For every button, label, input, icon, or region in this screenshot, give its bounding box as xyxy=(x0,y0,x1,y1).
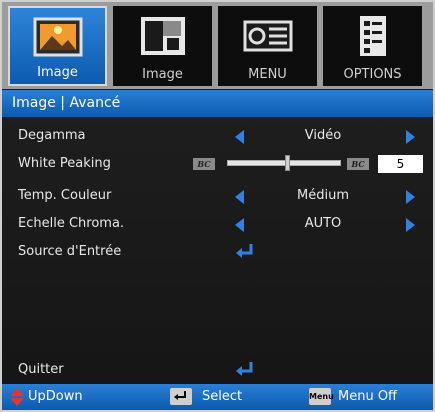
arrow-right-icon[interactable] xyxy=(406,130,415,144)
menu-key-icon: Menu xyxy=(309,388,334,405)
item-label: Degamma xyxy=(18,128,86,143)
tab-options[interactable]: OPTIONS xyxy=(323,6,422,86)
brightness-contrast-icon: BC xyxy=(193,158,215,170)
menu-item-white-peaking[interactable]: White Peaking BC BC 5 xyxy=(2,152,433,178)
tab-label: OPTIONS xyxy=(343,67,402,82)
select-label: Select xyxy=(202,389,243,404)
item-label: Quitter xyxy=(18,362,64,377)
item-label: Echelle Chroma. xyxy=(18,216,125,231)
enter-icon[interactable] xyxy=(234,242,256,262)
tab-image[interactable]: Image xyxy=(8,6,107,86)
arrow-left-icon[interactable] xyxy=(235,190,244,204)
menu-item-source-entree[interactable]: Source d'Entrée xyxy=(2,240,433,266)
arrow-right-icon[interactable] xyxy=(406,218,415,232)
enter-icon[interactable] xyxy=(234,360,256,380)
updown-icon xyxy=(10,388,24,406)
osd-menu: Image Image MENU OPTIONS Image | Avancé … xyxy=(0,0,435,412)
slider-thumb[interactable] xyxy=(285,155,290,171)
tab-label: MENU xyxy=(248,67,287,82)
document-checklist-icon xyxy=(359,16,386,56)
updown-label: UpDown xyxy=(28,389,83,404)
image-landscape-icon xyxy=(33,17,82,57)
arrow-left-icon[interactable] xyxy=(235,130,244,144)
item-label: Temp. Couleur xyxy=(18,188,112,203)
menu-item-degamma[interactable]: Degamma Vidéo xyxy=(2,124,433,150)
item-label: White Peaking xyxy=(18,156,111,171)
menu-item-echelle-chroma[interactable]: Echelle Chroma. AUTO xyxy=(2,212,433,238)
tab-image-2[interactable]: Image xyxy=(113,6,212,86)
menu-item-quitter[interactable]: Quitter xyxy=(2,358,433,384)
item-label: Source d'Entrée xyxy=(18,244,122,259)
image-blocks-icon xyxy=(140,17,185,55)
page-title: Image | Avancé xyxy=(2,90,433,117)
projector-icon xyxy=(243,20,292,52)
item-value: AUTO xyxy=(304,216,342,231)
footer-bar: UpDown Select Menu Menu Off xyxy=(2,384,433,410)
item-value: Médium xyxy=(297,188,349,203)
menu-off-label: Menu Off xyxy=(338,389,398,404)
item-value: Vidéo xyxy=(304,128,342,143)
tab-menu[interactable]: MENU xyxy=(218,6,317,86)
tab-label: Image xyxy=(142,67,183,82)
tab-bar: Image Image MENU OPTIONS xyxy=(2,2,433,89)
tab-label: Image xyxy=(37,65,78,80)
brightness-contrast-icon: BC xyxy=(347,158,369,170)
arrow-left-icon[interactable] xyxy=(235,218,244,232)
white-peaking-value: 5 xyxy=(378,155,423,173)
white-peaking-slider[interactable] xyxy=(227,160,341,166)
menu-item-temp-couleur[interactable]: Temp. Couleur Médium xyxy=(2,184,433,210)
enter-key-icon xyxy=(170,388,192,405)
arrow-right-icon[interactable] xyxy=(406,190,415,204)
